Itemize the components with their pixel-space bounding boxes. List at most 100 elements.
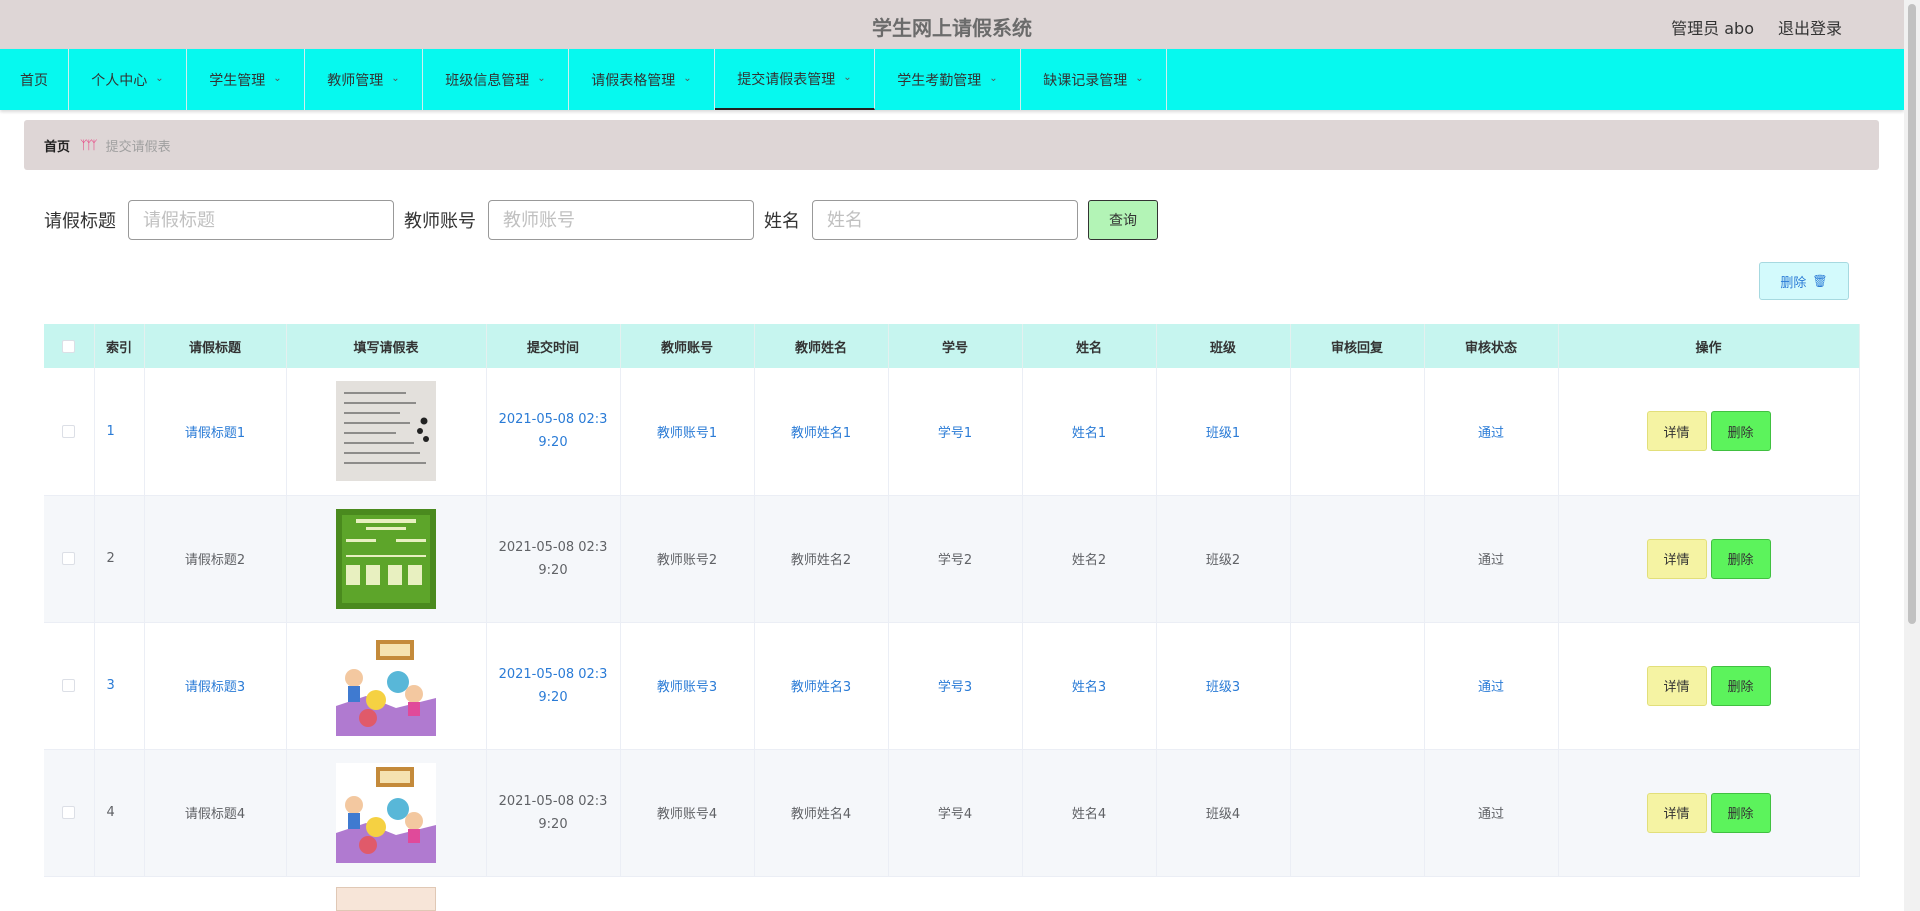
detail-button[interactable]: 详情 (1646, 792, 1707, 833)
account-label: 教师账号 (404, 211, 476, 232)
row-select-cell (44, 368, 95, 496)
vertical-scrollbar[interactable] (1904, 0, 1920, 911)
leave-form-image[interactable] (336, 762, 436, 863)
batch-delete-button[interactable]: 删除 🗑 (1759, 262, 1849, 300)
status-cell: 通过 (1424, 368, 1559, 496)
trash-icon: 🗑 (1812, 274, 1828, 288)
status-cell: 通过 (1424, 622, 1559, 750)
class-cell: 班级2 (1156, 495, 1291, 623)
column-header: 班级 (1156, 324, 1291, 368)
column-header: 教师账号 (620, 324, 755, 368)
breadcrumb-current: 提交请假表 (105, 139, 171, 155)
name-search-input[interactable] (812, 200, 1078, 240)
delete-button[interactable]: 删除 (1710, 411, 1771, 452)
nav-item-absence-record-management[interactable]: 缺课记录管理 ⌄ (1021, 49, 1167, 110)
row-select-cell (44, 495, 95, 623)
row-checkbox[interactable] (62, 806, 76, 819)
breadcrumb: 首页 ᛉᛉᛉ 提交请假表 (24, 120, 1879, 170)
teacher-name-cell: 教师姓名3 (754, 622, 889, 750)
nav-item-label: 学生管理 (209, 72, 266, 89)
row-select-cell (44, 622, 95, 750)
row-checkbox[interactable] (62, 679, 76, 692)
leave-form-image[interactable] (336, 508, 436, 609)
column-header: 填写请假表 (286, 324, 487, 368)
nav-item-leave-form-management[interactable]: 请假表格管理 ⌄ (569, 49, 715, 110)
leave-form-image[interactable] (336, 381, 436, 482)
delete-button[interactable]: 删除 (1710, 538, 1771, 579)
reply-cell (1290, 749, 1425, 877)
breadcrumb-home[interactable]: 首页 (44, 136, 70, 155)
column-header: 姓名 (1022, 324, 1157, 368)
select-all-checkbox[interactable] (62, 339, 76, 353)
row-checkbox[interactable] (62, 552, 76, 565)
name-cell: 姓名4 (1022, 749, 1157, 877)
logout-link[interactable]: 退出登录 (1778, 15, 1842, 39)
student-id-cell: 学号4 (888, 749, 1023, 877)
leave-form-image[interactable] (336, 887, 436, 911)
table-row[interactable]: 2 请假标题2 2021-05-08 02:39:20 教师账号2 教师姓名2 … (44, 495, 1860, 623)
row-checkbox[interactable] (62, 424, 76, 438)
scrollbar-thumb[interactable] (1908, 4, 1916, 624)
column-header: 索引 (94, 324, 145, 368)
column-header: 请假标题 (144, 324, 287, 368)
detail-button[interactable]: 详情 (1646, 665, 1707, 706)
leave-form-image[interactable] (336, 635, 436, 736)
delete-button[interactable]: 删除 (1710, 792, 1771, 833)
nav-item-attendance-management[interactable]: 学生考勤管理 ⌄ (875, 49, 1021, 110)
nav-item-submitted-leave-management[interactable]: 提交请假表管理 ⌄ (715, 49, 875, 110)
table-row[interactable]: 4 请假标题4 2021-05-08 02:39:20 教师账号4 教师姓名4 … (44, 749, 1860, 877)
nav-item-label: 提交请假表管理 (737, 71, 836, 88)
chevron-down-icon: ⌄ (989, 73, 998, 84)
status-cell: 通过 (1424, 495, 1559, 623)
reply-cell (1290, 622, 1425, 750)
teacher-name-cell: 教师姓名4 (754, 749, 889, 877)
nav-item-class-info-management[interactable]: 班级信息管理 ⌄ (423, 49, 569, 110)
nav-item-label: 首页 (20, 72, 48, 89)
reply-cell (1290, 368, 1425, 496)
nav-item-teacher-management[interactable]: 教师管理 ⌄ (305, 49, 423, 110)
index-cell: 2 (94, 495, 145, 623)
row-select-cell (44, 749, 95, 877)
account-search-input[interactable] (488, 200, 754, 240)
chevron-down-icon: ⌄ (843, 72, 852, 83)
table-row-partial (44, 881, 1859, 911)
student-id-cell: 学号3 (888, 622, 1023, 750)
delete-button[interactable]: 删除 (1710, 665, 1771, 706)
chevron-down-icon: ⌄ (683, 73, 692, 84)
select-all-cell (44, 324, 95, 368)
submit-time: 2021-05-08 02:39:20 (498, 666, 608, 705)
table-header-row: 索引 请假标题 填写请假表 提交时间 教师账号 教师姓名 学号 姓名 班级 审核… (44, 324, 1860, 368)
nav-item-home[interactable]: 首页 (0, 49, 69, 110)
status-cell: 通过 (1424, 749, 1559, 877)
nav-item-label: 班级信息管理 (445, 72, 530, 89)
chevron-down-icon: ⌄ (155, 73, 164, 84)
detail-button[interactable]: 详情 (1646, 538, 1707, 579)
chevron-down-icon: ⌄ (273, 73, 282, 84)
name-label: 姓名 (764, 211, 800, 232)
title-cell: 请假标题4 (144, 749, 287, 877)
index-cell: 1 (94, 368, 145, 496)
image-cell (286, 368, 487, 496)
nav-item-student-management[interactable]: 学生管理 ⌄ (187, 49, 305, 110)
actions-cell: 详情 删除 (1558, 368, 1860, 496)
class-cell: 班级4 (1156, 749, 1291, 877)
batch-delete-label: 删除 (1780, 275, 1807, 291)
search-form: 请假标题 教师账号 姓名 查询 (44, 200, 1158, 240)
index-cell: 3 (94, 622, 145, 750)
teacher-account-cell: 教师账号4 (620, 749, 755, 877)
submit-time: 2021-05-08 02:39:20 (498, 793, 608, 832)
query-button[interactable]: 查询 (1088, 200, 1158, 240)
submit-time: 2021-05-08 02:39:20 (498, 539, 608, 578)
nav-item-personal-center[interactable]: 个人中心 ⌄ (69, 49, 187, 110)
column-header: 教师姓名 (754, 324, 889, 368)
actions-cell: 详情 删除 (1558, 622, 1860, 750)
name-cell: 姓名2 (1022, 495, 1157, 623)
teacher-account-cell: 教师账号1 (620, 368, 755, 496)
actions-cell: 详情 删除 (1558, 749, 1860, 877)
table-row[interactable]: 1 请假标题1 2021-05-08 02:39:20 教师账号1 教师姓名1 … (44, 368, 1860, 496)
title-search-input[interactable] (128, 200, 394, 240)
table-row[interactable]: 3 请假标题3 2021-05-08 02:39:20 教师账号3 教师姓名3 … (44, 622, 1860, 750)
detail-button[interactable]: 详情 (1646, 411, 1707, 452)
title-cell: 请假标题3 (144, 622, 287, 750)
class-cell: 班级1 (1156, 368, 1291, 496)
